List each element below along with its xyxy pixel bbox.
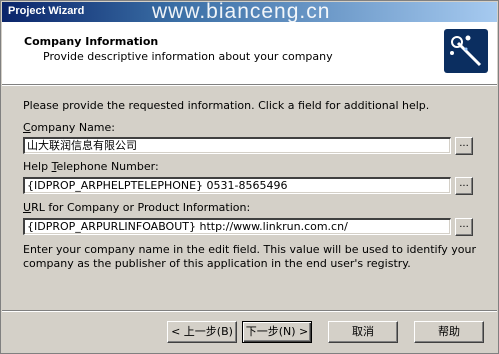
title-bar[interactable]: Project Wizard www.bianceng.cn bbox=[2, 2, 497, 22]
intro-text: Please provide the requested information… bbox=[23, 99, 430, 112]
back-button[interactable]: < 上一步(B) bbox=[167, 321, 237, 343]
company-name-browse-button[interactable]: ... bbox=[455, 137, 473, 155]
window-title: Project Wizard bbox=[8, 5, 85, 17]
help-phone-browse-button[interactable]: ... bbox=[455, 177, 473, 195]
cancel-button[interactable]: 取消 bbox=[328, 321, 398, 343]
url-label: URL for Company or Product Information: bbox=[23, 201, 251, 214]
wizard-window: Project Wizard www.bianceng.cn Company I… bbox=[0, 0, 499, 354]
url-field[interactable]: {IDPROP_ARPURLINFOABOUT} http://www.link… bbox=[23, 218, 451, 235]
company-name-field[interactable]: 山大联润信息有限公司 bbox=[23, 137, 451, 154]
page-title: Company Information bbox=[24, 35, 159, 48]
help-phone-field[interactable]: {IDPROP_ARPHELPTELEPHONE} 0531-8565496 bbox=[23, 177, 451, 194]
wizard-header: Company Information Provide descriptive … bbox=[2, 22, 497, 85]
page-subtitle: Provide descriptive information about yo… bbox=[43, 50, 333, 63]
footer-divider-highlight bbox=[2, 311, 497, 312]
next-button[interactable]: 下一步(N) > bbox=[242, 321, 312, 343]
header-divider bbox=[2, 85, 497, 86]
watermark: www.bianceng.cn bbox=[152, 2, 331, 22]
field-description: Enter your company name in the edit fiel… bbox=[23, 243, 477, 270]
url-browse-button[interactable]: ... bbox=[455, 218, 473, 236]
help-phone-label: Help Telephone Number: bbox=[23, 160, 159, 173]
company-name-label: Company Name: bbox=[23, 121, 115, 134]
help-button[interactable]: 帮助 bbox=[414, 321, 484, 343]
wizard-wand-icon bbox=[444, 29, 488, 73]
